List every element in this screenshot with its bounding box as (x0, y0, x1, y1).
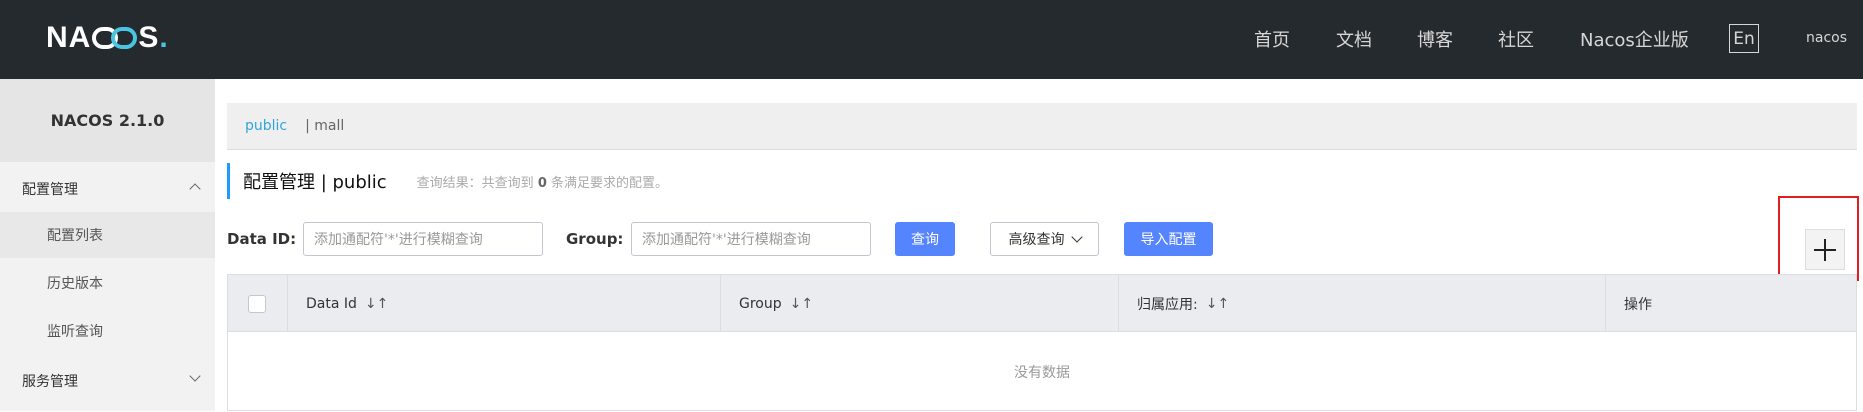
nav-community[interactable]: 社区 (1498, 26, 1534, 52)
empty-state: 没有数据 (1014, 365, 1070, 381)
group-label: Group: (566, 230, 624, 248)
nav-blog[interactable]: 博客 (1417, 26, 1453, 52)
column-app-label: 归属应用: (1137, 296, 1198, 313)
result-count: 0 (537, 175, 547, 191)
top-navbar: NA S. 首页 文档 博客 社区 Nacos企业版 En nacos (0, 0, 1863, 79)
plus-icon (1814, 238, 1836, 261)
sidebar-item-history[interactable]: 历史版本 (0, 260, 215, 306)
column-group[interactable]: Group ↓↑ (721, 275, 1119, 332)
select-all-checkbox[interactable] (248, 294, 266, 313)
config-table: Data Id ↓↑ Group ↓↑ 归属应用: ↓↑ 操作 没有数据 (227, 274, 1857, 411)
column-data-id[interactable]: Data Id ↓↑ (288, 275, 721, 332)
column-actions-label: 操作 (1624, 296, 1652, 313)
chevron-down-icon[interactable] (189, 370, 201, 382)
add-config-button[interactable] (1805, 229, 1845, 270)
dataid-label: Data ID: (227, 230, 297, 248)
language-toggle-button[interactable]: En (1729, 24, 1759, 53)
sidebar-group-config[interactable]: 配置管理 (22, 179, 78, 199)
search-button[interactable]: 查询 (895, 222, 955, 256)
group-input[interactable]: 添加通配符'*'进行模糊查询 (631, 222, 871, 256)
table-header: Data Id ↓↑ Group ↓↑ 归属应用: ↓↑ 操作 (228, 275, 1856, 332)
nav-enterprise[interactable]: Nacos企业版 (1580, 26, 1689, 52)
column-app[interactable]: 归属应用: ↓↑ (1119, 275, 1606, 332)
page-title: 配置管理 | public (243, 172, 387, 193)
select-all-cell (228, 275, 288, 332)
page-title-bar: 配置管理 | public 查询结果：共查询到 0 条满足要求的配置。 (227, 163, 668, 199)
sidebar-item-listener[interactable]: 监听查询 (0, 308, 215, 354)
chevron-down-icon (1070, 231, 1083, 243)
import-config-button[interactable]: 导入配置 (1124, 222, 1213, 256)
sort-icon[interactable]: ↓↑ (365, 296, 388, 312)
result-suffix: 条满足要求的配置。 (551, 175, 669, 191)
advanced-search-button[interactable]: 高级查询 (990, 222, 1099, 256)
nav-docs[interactable]: 文档 (1336, 26, 1372, 52)
chevron-up-icon[interactable] (189, 183, 201, 195)
result-summary: 查询结果：共查询到 0 条满足要求的配置。 (417, 172, 668, 191)
sidebar: NACOS 2.1.0 配置管理 配置列表 历史版本 监听查询 服务管理 (0, 79, 215, 411)
user-name[interactable]: nacos (1806, 30, 1847, 46)
namespace-public-link[interactable]: public (245, 118, 287, 134)
sidebar-version: NACOS 2.1.0 (0, 79, 215, 162)
sidebar-group-service[interactable]: 服务管理 (22, 371, 78, 391)
sidebar-item-config-list[interactable]: 配置列表 (0, 212, 215, 258)
column-group-label: Group (739, 295, 782, 312)
result-prefix: 查询结果：共查询到 (416, 175, 534, 191)
nacos-logo[interactable]: NA S. (46, 21, 169, 54)
namespace-bar: public | mall (227, 103, 1857, 150)
column-actions: 操作 (1606, 275, 1856, 332)
sort-icon[interactable]: ↓↑ (790, 296, 813, 312)
dataid-input[interactable]: 添加通配符'*'进行模糊查询 (303, 222, 543, 256)
sort-icon[interactable]: ↓↑ (1206, 296, 1229, 312)
column-data-id-label: Data Id (306, 295, 357, 312)
advanced-search-label: 高级查询 (1008, 232, 1065, 248)
namespace-mall-link[interactable]: | mall (305, 118, 344, 134)
nav-home[interactable]: 首页 (1254, 26, 1290, 52)
